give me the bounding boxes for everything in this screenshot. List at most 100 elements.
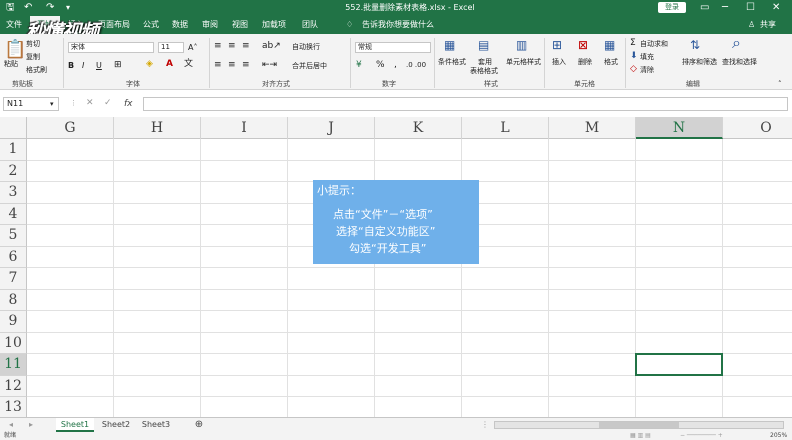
column-header-h[interactable]: H bbox=[114, 117, 201, 139]
zoom-level[interactable]: 205% bbox=[770, 432, 787, 440]
cancel-icon[interactable]: ✕ bbox=[86, 99, 94, 108]
row-header-12[interactable]: 12 bbox=[0, 375, 27, 397]
row-header-7[interactable]: 7 bbox=[0, 268, 27, 290]
undo-icon[interactable]: ↶ bbox=[24, 2, 32, 14]
autosum-button[interactable]: 自动求和 bbox=[640, 40, 668, 49]
insert-function-icon[interactable]: fx bbox=[124, 97, 133, 111]
phonetic-icon[interactable]: 文 bbox=[184, 60, 193, 69]
row-header-10[interactable]: 10 bbox=[0, 332, 27, 354]
tab-page-layout[interactable]: 页面布局 bbox=[98, 19, 130, 31]
scrollbar-thumb[interactable] bbox=[599, 422, 679, 428]
view-buttons[interactable]: ▦ ▥ ▤ bbox=[630, 432, 651, 440]
formula-input[interactable] bbox=[143, 97, 788, 111]
enter-icon[interactable]: ✓ bbox=[104, 99, 112, 108]
format-table-button-line2[interactable]: 表格格式 bbox=[470, 67, 498, 76]
grow-font-icon[interactable]: A˄ bbox=[188, 43, 197, 52]
delete-cells-button[interactable]: 删除 bbox=[578, 58, 592, 67]
font-name-select[interactable]: 宋体 bbox=[68, 42, 154, 53]
tab-review[interactable]: 审阅 bbox=[202, 19, 218, 31]
sort-filter-button[interactable]: 排序和筛选 bbox=[682, 58, 717, 67]
maximize-icon[interactable]: ☐ bbox=[746, 1, 755, 15]
italic-button[interactable]: I bbox=[82, 61, 84, 70]
collapse-ribbon-icon[interactable]: ˄ bbox=[778, 80, 782, 89]
underline-button[interactable]: U bbox=[96, 61, 102, 70]
find-select-icon[interactable]: ⌕ bbox=[732, 35, 741, 51]
share-button[interactable]: 共享 bbox=[760, 19, 776, 31]
redo-icon[interactable]: ↷ bbox=[46, 2, 54, 14]
align-bottom-icon[interactable]: ≡ bbox=[242, 42, 250, 51]
row-header-2[interactable]: 2 bbox=[0, 160, 27, 182]
row-header-11[interactable]: 11 bbox=[0, 354, 27, 376]
minimize-icon[interactable]: ─ bbox=[722, 1, 728, 15]
cell-styles-icon[interactable]: ▥ bbox=[516, 38, 527, 52]
row-header-13[interactable]: 13 bbox=[0, 397, 27, 417]
horizontal-scrollbar[interactable] bbox=[494, 421, 784, 429]
autosum-icon[interactable]: Σ bbox=[630, 39, 636, 48]
insert-cells-icon[interactable]: ⊞ bbox=[552, 38, 562, 52]
fill-color-icon[interactable]: ◈ bbox=[146, 60, 153, 69]
wrap-text-button[interactable]: 自动换行 bbox=[292, 43, 320, 52]
select-all-corner[interactable] bbox=[0, 117, 27, 139]
column-header-i[interactable]: I bbox=[201, 117, 288, 139]
ribbon-display-icon[interactable]: ▭ bbox=[700, 1, 709, 15]
tab-addins[interactable]: 加载项 bbox=[262, 19, 286, 31]
column-header-m[interactable]: M bbox=[549, 117, 636, 139]
insert-cells-button[interactable]: 插入 bbox=[552, 58, 566, 67]
find-select-button[interactable]: 查找和选择 bbox=[722, 58, 757, 67]
scroll-left-icon[interactable]: ◂ bbox=[6, 418, 16, 432]
orientation-icon[interactable]: ab↗ bbox=[262, 42, 281, 51]
name-box-dropdown-icon[interactable]: ▾ bbox=[50, 100, 54, 109]
row-header-6[interactable]: 6 bbox=[0, 246, 27, 268]
align-middle-icon[interactable]: ≡ bbox=[228, 42, 236, 51]
paste-icon[interactable]: 📋 bbox=[4, 40, 26, 60]
comma-icon[interactable]: , bbox=[394, 61, 397, 70]
paste-button[interactable]: 粘贴 bbox=[4, 60, 18, 69]
row-header-5[interactable]: 5 bbox=[0, 225, 27, 247]
sheet-tab-3[interactable]: Sheet3 bbox=[138, 418, 174, 432]
fill-icon[interactable]: ⬇ bbox=[630, 52, 638, 61]
sheet-tab-2[interactable]: Sheet2 bbox=[98, 418, 134, 432]
align-top-icon[interactable]: ≡ bbox=[214, 42, 222, 51]
delete-cells-icon[interactable]: ⊠ bbox=[578, 38, 588, 52]
conditional-format-icon[interactable]: ▦ bbox=[444, 38, 455, 52]
format-cells-icon[interactable]: ▦ bbox=[604, 38, 615, 52]
row-header-8[interactable]: 8 bbox=[0, 289, 27, 311]
sheet-tab-1[interactable]: Sheet1 bbox=[56, 418, 94, 432]
row-header-9[interactable]: 9 bbox=[0, 311, 27, 333]
customize-qat-icon[interactable]: ▾ bbox=[66, 2, 70, 14]
cut-button[interactable]: 剪切 bbox=[26, 40, 40, 49]
font-color-icon[interactable]: A bbox=[166, 60, 173, 69]
align-center-icon[interactable]: ≡ bbox=[228, 61, 236, 70]
tab-file[interactable]: 文件 bbox=[6, 19, 22, 31]
align-right-icon[interactable]: ≡ bbox=[242, 61, 250, 70]
bold-button[interactable]: B bbox=[68, 61, 74, 70]
indent-icon[interactable]: ⇤⇥ bbox=[262, 61, 277, 70]
save-icon[interactable]: 🖫 bbox=[6, 2, 15, 14]
column-header-g[interactable]: G bbox=[27, 117, 114, 139]
row-header-1[interactable]: 1 bbox=[0, 139, 27, 161]
row-header-3[interactable]: 3 bbox=[0, 182, 27, 204]
row-header-4[interactable]: 4 bbox=[0, 203, 27, 225]
tab-view[interactable]: 视图 bbox=[232, 19, 248, 31]
close-icon[interactable]: ✕ bbox=[772, 1, 780, 15]
worksheet-grid[interactable]: GHIJKLMNO 1 2 3 4 5 6 7 8 9 10 11 12 13 bbox=[0, 117, 792, 417]
cell-styles-button[interactable]: 单元格样式 bbox=[506, 58, 541, 67]
format-painter-button[interactable]: 格式刷 bbox=[26, 66, 47, 75]
merge-center-button[interactable]: 合并后居中 bbox=[292, 62, 327, 71]
column-header-n[interactable]: N bbox=[636, 117, 723, 139]
percent-button[interactable]: % bbox=[376, 61, 385, 70]
conditional-format-button[interactable]: 条件格式 bbox=[438, 58, 466, 67]
number-format-select[interactable]: 常规 bbox=[355, 42, 431, 53]
column-header-j[interactable]: J bbox=[288, 117, 375, 139]
login-button[interactable]: 登录 bbox=[658, 2, 686, 13]
column-header-l[interactable]: L bbox=[462, 117, 549, 139]
column-header-o[interactable]: O bbox=[723, 117, 792, 139]
scroll-right-icon[interactable]: ▸ bbox=[26, 418, 36, 432]
decimal-icon[interactable]: .0 .00 bbox=[406, 61, 426, 70]
format-cells-button[interactable]: 格式 bbox=[604, 58, 618, 67]
fill-button[interactable]: 填充 bbox=[640, 53, 654, 62]
border-icon[interactable]: ⊞ bbox=[114, 61, 122, 70]
clear-button[interactable]: 清除 bbox=[640, 66, 654, 75]
accounting-icon[interactable]: ¥ bbox=[356, 61, 362, 70]
format-table-button[interactable]: 套用 bbox=[478, 58, 492, 67]
